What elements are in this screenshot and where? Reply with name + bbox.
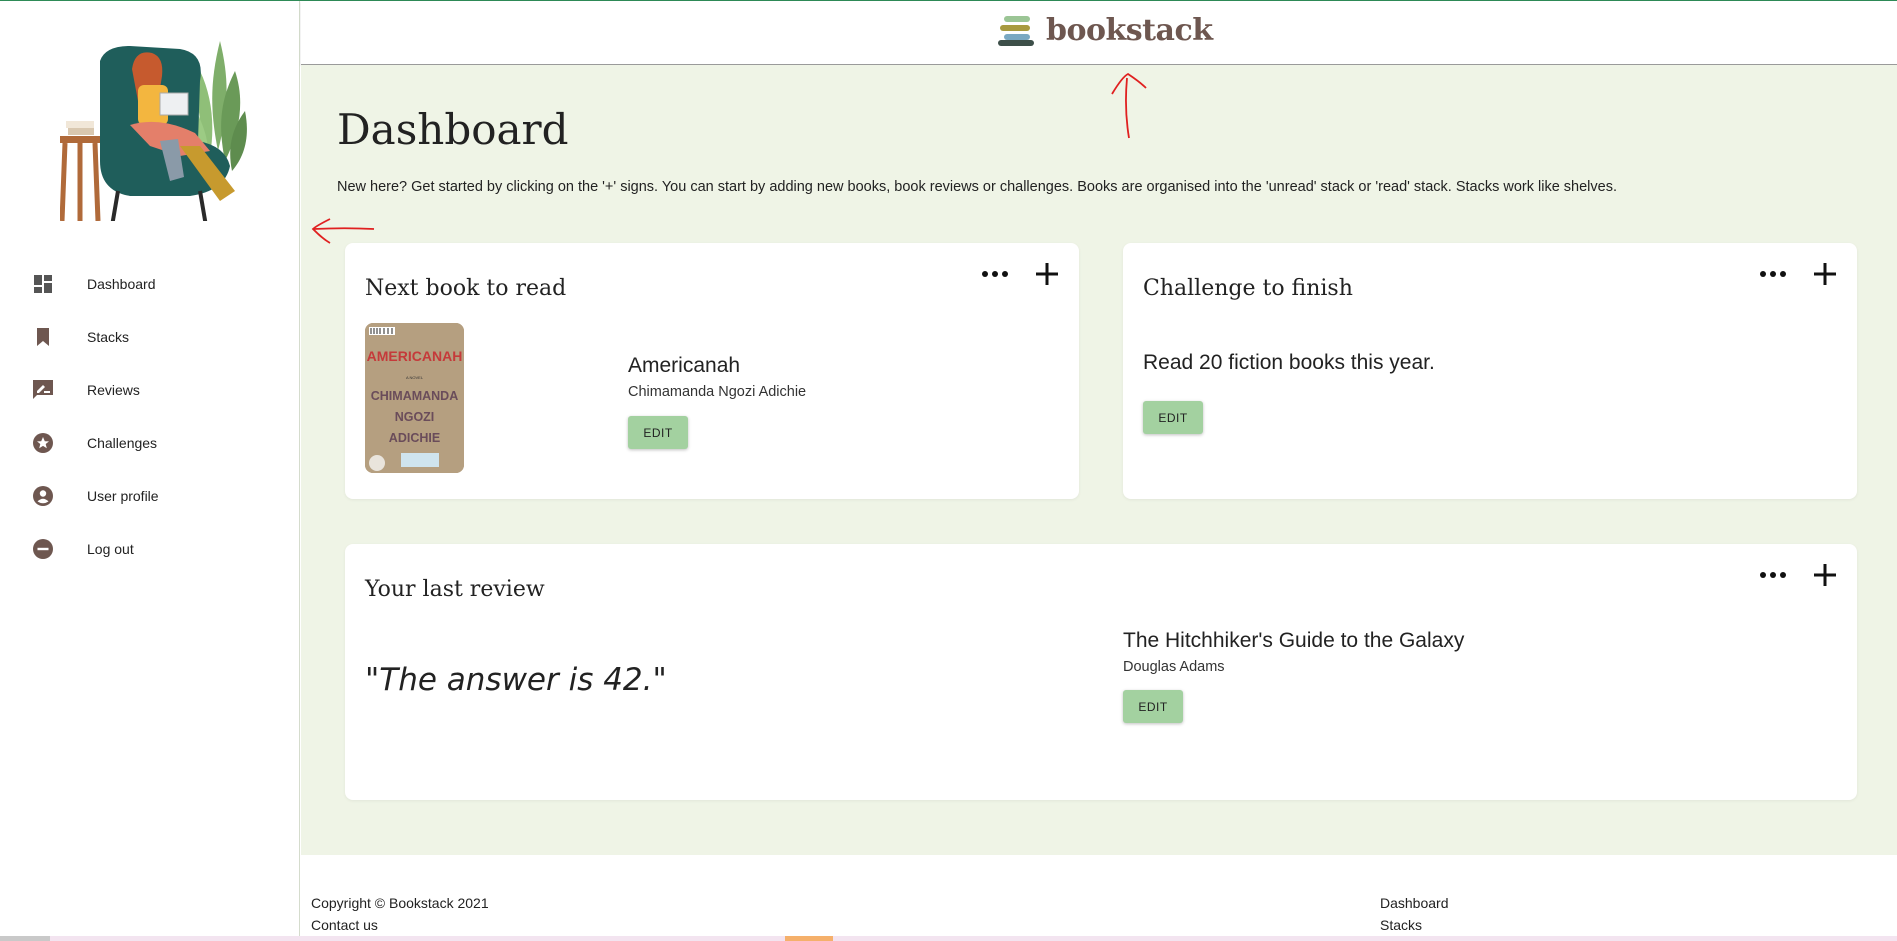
sidebar-item-user-profile[interactable]: User profile: [0, 469, 300, 522]
add-button[interactable]: [1029, 256, 1065, 292]
sidebar-item-stacks[interactable]: Stacks: [0, 310, 300, 363]
sidebar-item-label: Reviews: [87, 381, 140, 398]
card-actions: [1739, 256, 1843, 292]
edit-review-button[interactable]: EDIT: [1123, 690, 1183, 723]
sidebar-item-reviews[interactable]: Reviews: [0, 363, 300, 416]
app-logo[interactable]: bookstack: [998, 13, 1213, 48]
card-actions: [961, 256, 1065, 292]
edit-next-book-button[interactable]: EDIT: [628, 416, 688, 449]
sidebar-item-dashboard[interactable]: Dashboard: [0, 257, 300, 310]
card-title: Challenge to finish: [1143, 276, 1353, 301]
plus-icon: [1036, 263, 1058, 285]
review-book-author: Douglas Adams: [1123, 659, 1225, 675]
copyright-text: Copyright © Bookstack 2021: [311, 895, 489, 911]
plus-icon: [1814, 564, 1836, 586]
review-quote: "The answer is 42.": [365, 662, 667, 698]
footer-links: Dashboard Stacks: [1380, 892, 1449, 936]
more-horiz-icon: [1760, 572, 1786, 578]
plus-icon: [1814, 263, 1836, 285]
challenge-card: Challenge to finish Read 20 fiction book…: [1123, 243, 1857, 499]
footer-link-stacks[interactable]: Stacks: [1380, 914, 1449, 936]
more-options-button[interactable]: [977, 256, 1013, 292]
dashboard-main: Dashboard New here? Get started by click…: [301, 65, 1897, 855]
dashboard-icon: [32, 273, 54, 295]
card-title: Your last review: [365, 577, 545, 602]
rate-review-icon: [32, 379, 54, 401]
more-horiz-icon: [1760, 271, 1786, 277]
cover-novel-text: A NOVEL: [406, 375, 424, 380]
card-title: Next book to read: [365, 276, 567, 301]
book-author: Chimamanda Ngozi Adichie: [628, 384, 807, 400]
last-review-card: Your last review "The answer is 42." The…: [345, 544, 1857, 800]
cover-author-line3: ADICHIE: [389, 431, 440, 445]
footer-left: Copyright © Bookstack 2021 Contact us: [311, 892, 489, 936]
top-header: bookstack: [301, 1, 1897, 65]
more-options-button[interactable]: [1755, 557, 1791, 593]
sidebar: Dashboard Stacks Reviews Challenges User…: [0, 1, 300, 936]
app-name: bookstack: [1046, 13, 1213, 48]
sidebar-item-label: Dashboard: [87, 275, 156, 292]
sidebar-item-challenges[interactable]: Challenges: [0, 416, 300, 469]
footer-link-dashboard[interactable]: Dashboard: [1380, 892, 1449, 914]
cover-title-text: AMERICANAH: [367, 348, 463, 364]
add-button[interactable]: [1807, 557, 1843, 593]
next-book-card: Next book to read AMERICANAH A NOVEL CHI…: [345, 243, 1079, 499]
sidebar-item-label: Stacks: [87, 328, 130, 345]
footer: Copyright © Bookstack 2021 Contact us Da…: [301, 855, 1897, 936]
page-title: Dashboard: [337, 105, 569, 154]
book-cover-image: AMERICANAH A NOVEL CHIMAMANDA NGOZI ADIC…: [365, 323, 464, 473]
edit-challenge-button[interactable]: EDIT: [1143, 401, 1203, 434]
more-horiz-icon: [982, 271, 1008, 277]
sidebar-item-label: User profile: [87, 487, 159, 504]
account-circle-icon: [32, 485, 54, 507]
cover-author-line2: NGOZI: [395, 410, 435, 424]
sidebar-item-label: Log out: [87, 540, 134, 557]
reading-woman-illustration: [59, 21, 260, 227]
book-title: Americanah: [628, 354, 741, 377]
bookmark-icon: [32, 326, 54, 348]
review-book-title: The Hitchhiker's Guide to the Galaxy: [1123, 629, 1465, 652]
book-stack-icon: [998, 15, 1034, 46]
intro-text: New here? Get started by clicking on the…: [337, 179, 1618, 195]
bottom-edge: [0, 936, 1897, 941]
more-options-button[interactable]: [1755, 256, 1791, 292]
cover-author-line1: CHIMAMANDA: [371, 389, 459, 403]
card-actions: [1739, 557, 1843, 593]
sidebar-item-log-out[interactable]: Log out: [0, 522, 300, 575]
contact-link[interactable]: Contact us: [311, 914, 489, 936]
sidebar-nav: Dashboard Stacks Reviews Challenges User…: [0, 257, 300, 575]
sidebar-item-label: Challenges: [87, 434, 158, 451]
add-button[interactable]: [1807, 256, 1843, 292]
star-badge-icon: [32, 432, 54, 454]
minus-circle-icon: [32, 538, 54, 560]
challenge-text: Read 20 fiction books this year.: [1143, 351, 1435, 374]
